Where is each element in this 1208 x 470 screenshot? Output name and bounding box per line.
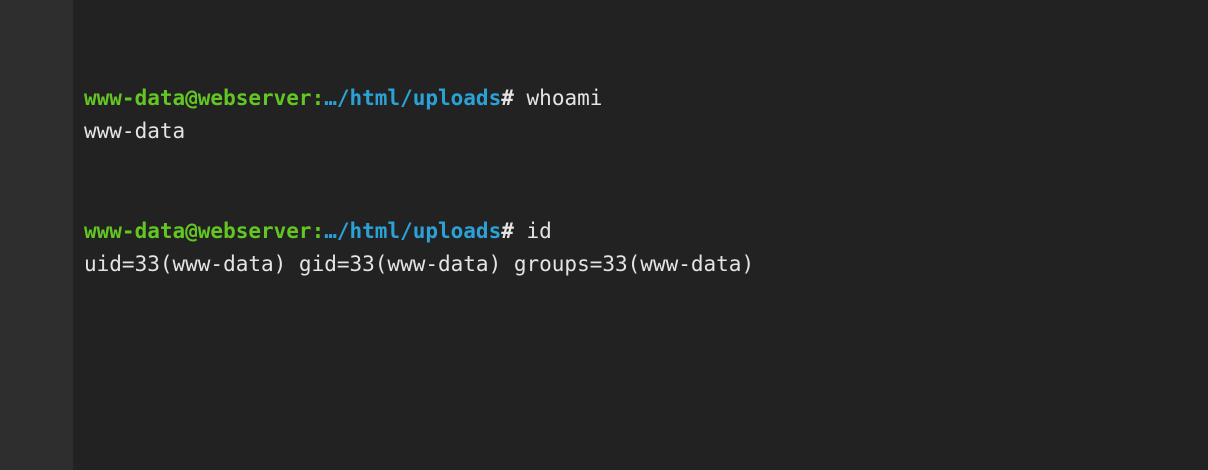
side-gutter [0,0,73,470]
command-output: www-data [84,119,186,143]
terminal-window: www-data@webserver:…/html/uploads# whoam… [0,0,1208,470]
prompt-symbol: # [501,86,514,110]
prompt-path: …/html/uploads [324,86,502,110]
prompt-user-host: www-data@webserver: [84,86,325,110]
prompt-user-host: www-data@webserver: [84,219,325,243]
prompt-line: www-data@webserver:…/html/uploads# id [84,215,552,248]
prompt-path: …/html/uploads [324,219,502,243]
command-output: uid=33(www-data) gid=33(www-data) groups… [84,252,755,276]
prompt-symbol: # [501,219,514,243]
prompt-line: www-data@webserver:…/html/uploads# whoam… [84,82,602,115]
command-text: whoami [513,86,603,110]
command-text: id [513,219,552,243]
terminal-output-area[interactable]: www-data@webserver:…/html/uploads# whoam… [73,0,1208,470]
